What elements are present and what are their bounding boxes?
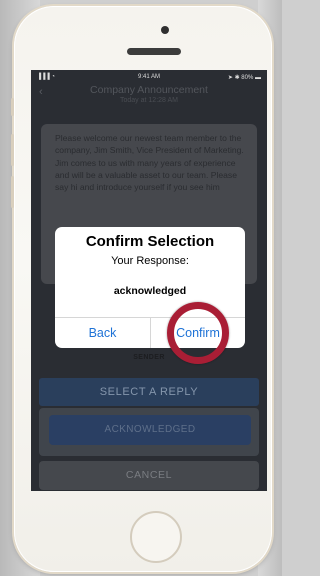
mute-switch (11, 98, 14, 116)
dialog-subtitle: Your Response: (111, 255, 189, 267)
volume-up-button (11, 134, 14, 166)
acknowledged-button[interactable]: ACKNOWLEDGED (49, 415, 251, 445)
sender-label: SENDER (133, 354, 165, 361)
cancel-button[interactable]: CANCEL (39, 461, 259, 490)
reply-options-panel: ACKNOWLEDGED (39, 408, 259, 456)
volume-down-button (11, 176, 14, 208)
page-title: Company Announcement (90, 84, 208, 96)
select-reply-header: SELECT A REPLY (39, 378, 259, 406)
page-timestamp: Today at 12:28 AM (120, 97, 178, 104)
home-button[interactable] (130, 511, 182, 563)
status-bar: ▐▐▐ ◔ 9:41 AM ➤ ✱ 80% ▬ (31, 70, 267, 84)
phone-screen: ▐▐▐ ◔ 9:41 AM ➤ ✱ 80% ▬ ‹ Company Announ… (31, 70, 267, 491)
tap-highlight-ring (167, 302, 229, 364)
earpiece-speaker (127, 48, 181, 55)
message-body: Please welcome our newest team member to… (55, 133, 244, 193)
dialog-title: Confirm Selection (85, 233, 215, 250)
battery-icon: ➤ ✱ 80% ▬ (227, 75, 261, 81)
front-camera (161, 26, 169, 34)
dialog-back-button[interactable]: Back (55, 318, 150, 348)
dialog-response-value: acknowledged (113, 285, 187, 297)
